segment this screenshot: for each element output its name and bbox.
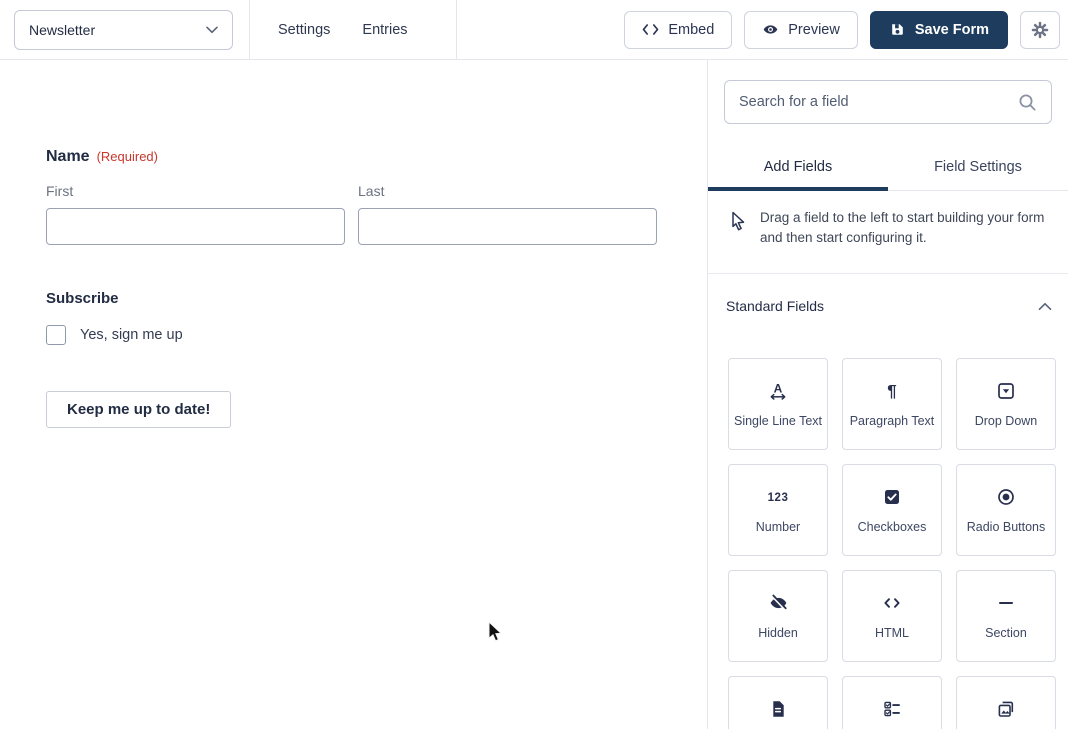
settings-gear-button[interactable] xyxy=(1020,10,1060,49)
field-tile-section[interactable]: Section xyxy=(956,570,1056,662)
form-submit-button[interactable]: Keep me up to date! xyxy=(46,391,232,428)
field-tile-radio-buttons[interactable]: Radio Buttons xyxy=(956,464,1056,556)
tab-add-fields[interactable]: Add Fields xyxy=(708,144,888,191)
page-icon xyxy=(768,698,788,720)
svg-text:123: 123 xyxy=(768,492,789,504)
chevron-up-icon xyxy=(1038,302,1052,310)
standard-fields-header[interactable]: Standard Fields xyxy=(708,274,1068,314)
svg-text:A: A xyxy=(774,382,783,396)
name-field[interactable]: Name (Required) First Last xyxy=(46,148,667,245)
drag-hint: Drag a field to the left to start buildi… xyxy=(708,191,1068,274)
checkboxes-icon xyxy=(882,486,902,508)
form-canvas[interactable]: Name (Required) First Last Subscribe Yes,… xyxy=(0,60,707,729)
gear-icon xyxy=(1031,21,1049,38)
cursor-arrow-icon xyxy=(732,211,745,231)
chevron-down-icon xyxy=(206,26,218,33)
search-icon xyxy=(1019,94,1036,110)
save-form-button[interactable]: Save Form xyxy=(869,10,1008,49)
topbar: Newsletter Settings Entries Embed Previe… xyxy=(0,0,1068,60)
radio-buttons-icon xyxy=(996,486,1016,508)
field-tile-label: Checkboxes xyxy=(857,520,927,534)
standard-fields-grid: A Single Line Text ¶ Paragraph Text Drop Dow… xyxy=(728,358,1068,729)
number-icon: 123 xyxy=(766,486,790,508)
standard-fields-title: Standard Fields xyxy=(726,298,825,314)
field-tile-label: Section xyxy=(985,626,1027,640)
subscribe-checkbox-label: Yes, sign me up xyxy=(80,327,183,343)
name-field-label: Name xyxy=(46,148,90,165)
field-tile-page[interactable] xyxy=(728,676,828,729)
drag-hint-text: Drag a field to the left to start buildi… xyxy=(760,210,1045,245)
field-tile-drop-down[interactable]: Drop Down xyxy=(956,358,1056,450)
topbar-nav: Settings Entries xyxy=(249,0,457,60)
name-inputs xyxy=(46,208,667,245)
hidden-icon xyxy=(768,592,789,614)
section-icon xyxy=(996,592,1016,614)
name-sublabels: First Last xyxy=(46,183,667,199)
field-tile-paragraph-text[interactable]: ¶ Paragraph Text xyxy=(842,358,942,450)
subscribe-field[interactable]: Subscribe Yes, sign me up xyxy=(46,290,667,345)
field-tile-label: Paragraph Text xyxy=(849,414,935,428)
last-name-label: Last xyxy=(358,183,385,199)
search-wrap xyxy=(708,60,1068,124)
field-tile-single-line-text[interactable]: A Single Line Text xyxy=(728,358,828,450)
subscribe-option-row: Yes, sign me up xyxy=(46,325,667,345)
embed-label: Embed xyxy=(668,21,715,38)
first-name-input[interactable] xyxy=(46,208,345,245)
tab-field-settings[interactable]: Field Settings xyxy=(888,144,1068,190)
eye-icon xyxy=(763,25,778,34)
checklist-icon xyxy=(882,698,902,720)
form-switcher-select[interactable]: Newsletter xyxy=(14,9,233,50)
paragraph-text-icon: ¶ xyxy=(882,380,902,402)
code-icon xyxy=(642,24,659,35)
svg-text:¶: ¶ xyxy=(887,382,896,401)
sidebar-tabs: Add Fields Field Settings xyxy=(708,144,1068,191)
save-form-label: Save Form xyxy=(914,21,989,38)
save-icon xyxy=(892,24,903,35)
form-switcher-value: Newsletter xyxy=(29,21,96,38)
field-tile-checkboxes[interactable]: Checkboxes xyxy=(842,464,942,556)
preview-label: Preview xyxy=(788,21,840,38)
field-tile-number[interactable]: 123 Number xyxy=(728,464,828,556)
html-icon xyxy=(882,592,902,614)
field-search-input[interactable] xyxy=(739,94,1018,110)
field-tile-hidden[interactable]: Hidden xyxy=(728,570,828,662)
subscribe-field-label: Subscribe xyxy=(46,290,119,307)
form-builder-app: Newsletter Settings Entries Embed Previe… xyxy=(0,0,1068,729)
main-area: Name (Required) First Last Subscribe Yes,… xyxy=(0,60,1068,729)
field-tile-label: Single Line Text xyxy=(733,414,823,428)
subscribe-checkbox[interactable] xyxy=(46,325,66,345)
first-name-label: First xyxy=(46,183,74,199)
field-sidebar: Add Fields Field Settings Drag a field t… xyxy=(707,60,1068,729)
required-indicator: (Required) xyxy=(96,149,158,164)
field-tile-html[interactable]: HTML xyxy=(842,570,942,662)
preview-button[interactable]: Preview xyxy=(744,10,858,49)
nav-entries[interactable]: Entries xyxy=(362,22,407,38)
field-tile-label: HTML xyxy=(874,626,910,640)
drop-down-icon xyxy=(996,380,1016,402)
field-tile-label: Hidden xyxy=(758,626,798,640)
field-tile-image-choice[interactable] xyxy=(956,676,1056,729)
field-tile-label: Number xyxy=(755,520,801,534)
nav-settings[interactable]: Settings xyxy=(278,22,330,38)
embed-button[interactable]: Embed xyxy=(624,10,733,49)
field-tile-label: Radio Buttons xyxy=(966,520,1046,534)
single-line-text-icon: A xyxy=(768,380,788,402)
field-tile-checklist[interactable] xyxy=(842,676,942,729)
image-choice-icon xyxy=(996,698,1016,720)
field-search-box[interactable] xyxy=(724,80,1052,124)
last-name-input[interactable] xyxy=(358,208,657,245)
field-tile-label: Drop Down xyxy=(974,414,1038,428)
